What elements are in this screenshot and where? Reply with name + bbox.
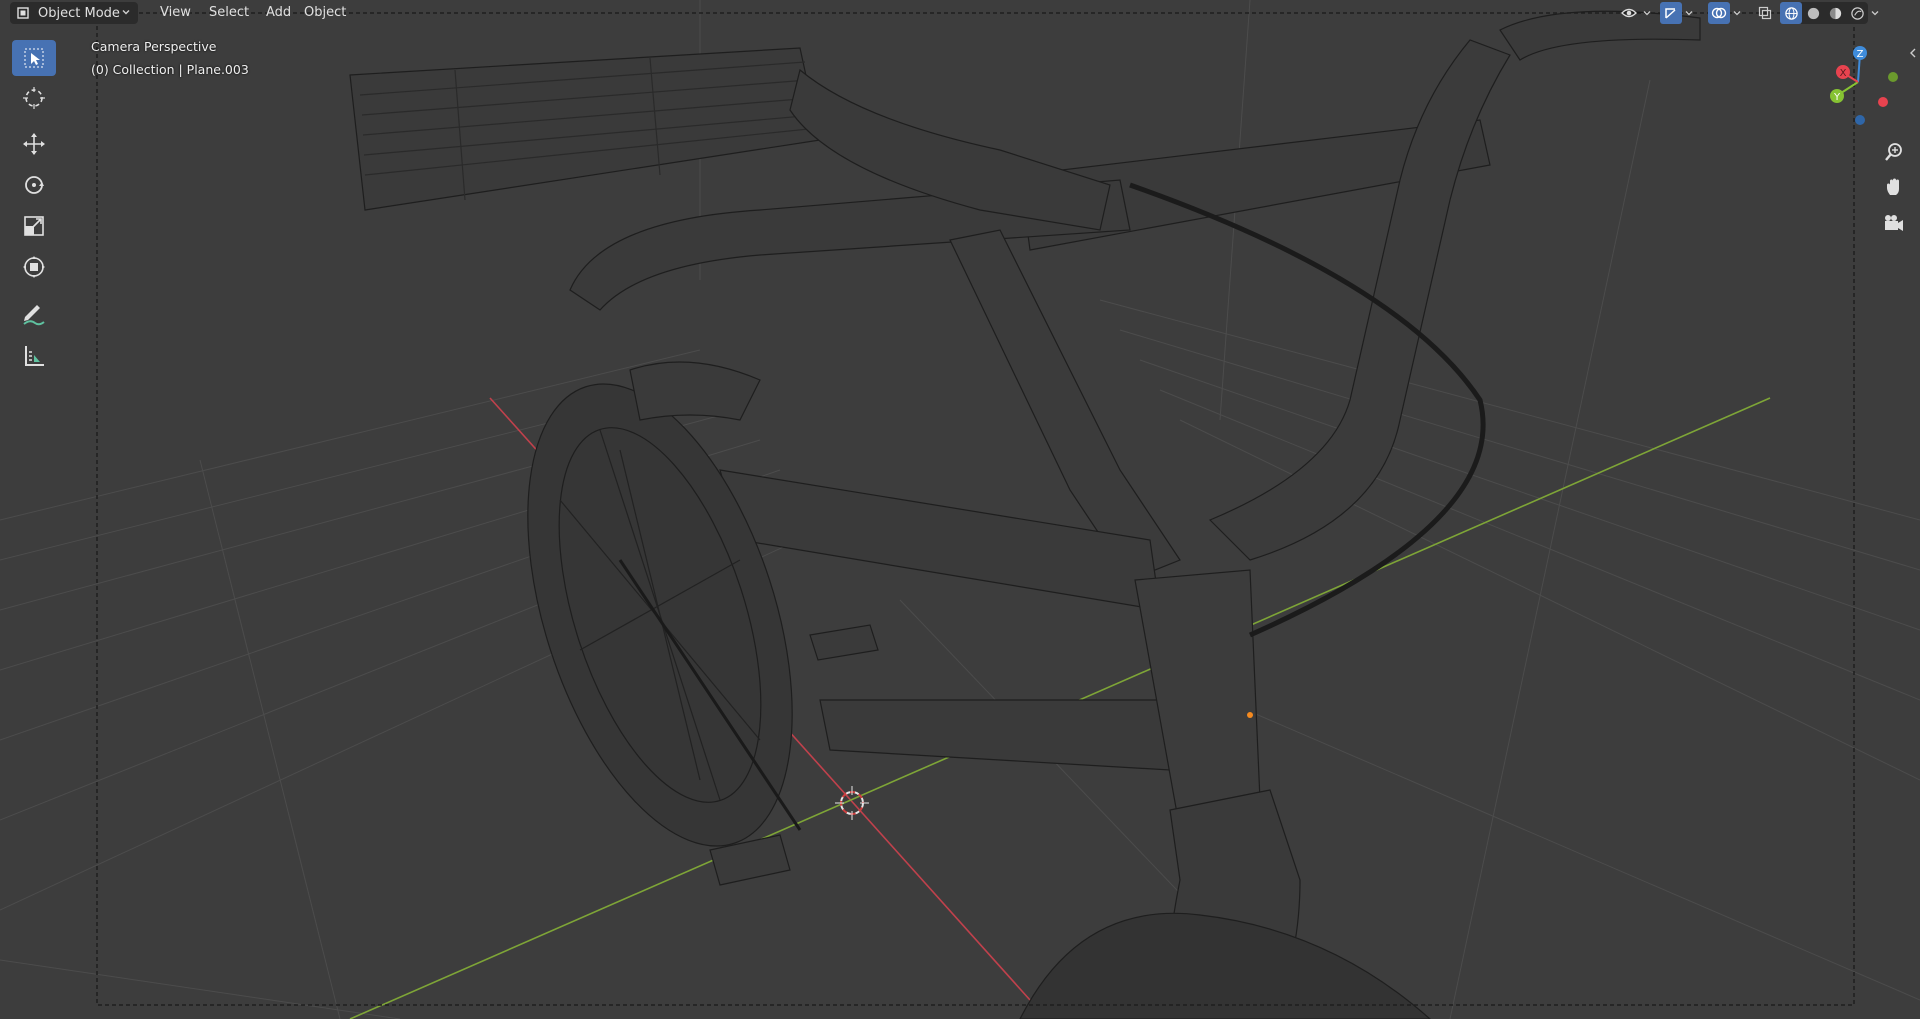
xray-icon[interactable] <box>1754 2 1776 24</box>
gizmo-neg-z[interactable] <box>1855 115 1865 125</box>
gizmo-y-label: Y <box>1833 92 1841 103</box>
chevron-down-icon[interactable] <box>1682 2 1696 24</box>
gizmo-neg-y[interactable] <box>1888 72 1898 82</box>
gizmo-neg-x[interactable] <box>1878 97 1888 107</box>
move-icon[interactable] <box>12 126 56 162</box>
menu-select[interactable]: Select <box>202 2 256 24</box>
header-right-tools <box>1618 2 1882 24</box>
measure-icon[interactable] <box>12 338 56 374</box>
shading-group <box>1780 2 1868 24</box>
3d-viewport[interactable]: Object Mode View Select Add Object Camer… <box>0 0 1920 1019</box>
wireframe-scene <box>0 0 1920 1019</box>
menu-object[interactable]: Object <box>297 2 353 24</box>
visibility-icon[interactable] <box>1618 2 1640 24</box>
select-box-icon[interactable] <box>12 40 56 76</box>
viewport-header: Object Mode View Select Add Object <box>0 0 1920 26</box>
bike-model <box>349 10 1701 1019</box>
chevron-down-icon <box>120 6 132 18</box>
cursor-icon[interactable] <box>12 80 56 116</box>
rotate-icon[interactable] <box>12 167 56 203</box>
camera-view-icon[interactable] <box>1878 207 1910 239</box>
view-name: Camera Perspective <box>91 39 217 54</box>
annotate-icon[interactable] <box>12 297 56 333</box>
chevron-down-icon[interactable] <box>1868 2 1882 24</box>
collection-info: (0) Collection | Plane.003 <box>91 62 249 77</box>
material-shading-icon[interactable] <box>1824 2 1846 24</box>
mode-dropdown[interactable]: Object Mode <box>10 2 138 24</box>
gizmo-z-label: Z <box>1857 49 1864 60</box>
overlay-icon[interactable] <box>1708 2 1730 24</box>
zoom-icon[interactable] <box>1878 136 1910 168</box>
menu-add[interactable]: Add <box>259 2 298 24</box>
gizmo-x-label: X <box>1840 68 1847 79</box>
object-mode-icon <box>16 6 30 20</box>
transform-icon[interactable] <box>12 249 56 285</box>
solid-shading-icon[interactable] <box>1802 2 1824 24</box>
navigation-gizmo[interactable]: Z Y X <box>1820 40 1916 136</box>
mode-label: Object Mode <box>38 5 120 21</box>
sidebar-toggle-icon[interactable] <box>1908 44 1918 63</box>
menu-view[interactable]: View <box>153 2 198 24</box>
pan-hand-icon[interactable] <box>1878 171 1910 203</box>
rendered-shading-icon[interactable] <box>1846 2 1868 24</box>
wireframe-shading-icon[interactable] <box>1780 2 1802 24</box>
gizmo-icon[interactable] <box>1660 2 1682 24</box>
chevron-down-icon[interactable] <box>1730 2 1744 24</box>
scale-icon[interactable] <box>12 208 56 244</box>
object-origin <box>1247 712 1253 718</box>
chevron-down-icon[interactable] <box>1640 2 1654 24</box>
